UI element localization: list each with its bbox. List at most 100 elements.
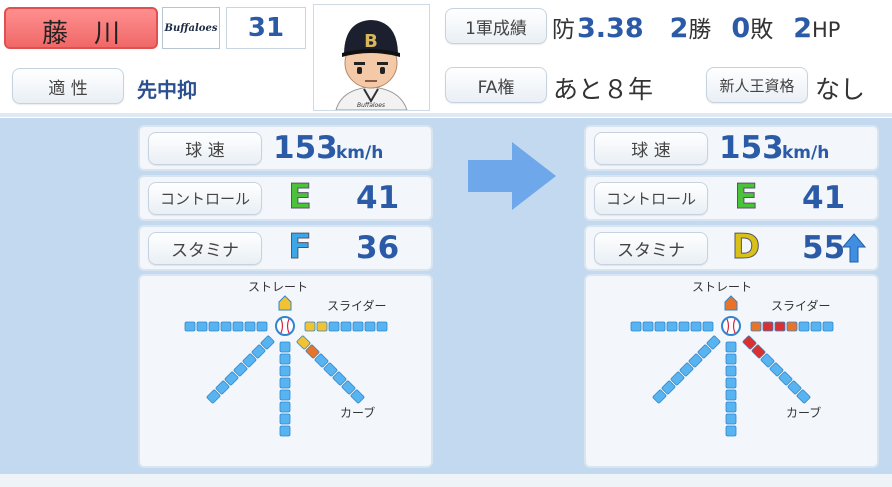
chart-segment xyxy=(279,365,291,377)
after-stamina-label: スタミナ xyxy=(594,232,708,265)
chart-segment xyxy=(279,389,291,401)
after-control-label: コントロール xyxy=(594,182,708,215)
before-straight-label: ストレート xyxy=(248,280,309,294)
baseball-icon xyxy=(275,316,295,336)
chart-segment xyxy=(786,321,798,332)
fa-label: FA権 xyxy=(445,67,547,103)
chart-segment xyxy=(725,401,737,413)
rookie-label: 新人王資格 xyxy=(706,67,808,103)
player-name-plate: 藤 川 xyxy=(4,7,158,49)
wins-value: 2 xyxy=(669,13,689,44)
svg-text:B: B xyxy=(364,31,378,52)
chart-segment xyxy=(822,321,834,332)
chart-segment xyxy=(642,321,654,332)
team-logo-text: Buffaloes xyxy=(164,22,218,34)
chart-segment xyxy=(666,321,678,332)
chart-segment xyxy=(244,321,256,332)
chart-segment xyxy=(364,321,376,332)
chart-segment xyxy=(220,321,232,332)
aptitude-value: 先中抑 xyxy=(137,78,197,102)
chart-segment xyxy=(725,413,737,425)
chart-segment xyxy=(762,321,774,332)
chart-segment xyxy=(774,321,786,332)
svg-text:Buffaloes: Buffaloes xyxy=(357,102,385,109)
rookie-value: なし xyxy=(815,75,866,104)
straight-marker xyxy=(724,295,738,311)
chart-segment xyxy=(196,321,208,332)
after-curve-label: カーブ xyxy=(786,406,822,420)
after-velocity-unit: km/h xyxy=(782,143,830,163)
bottom-strip xyxy=(0,474,892,487)
chart-segment xyxy=(678,321,690,332)
chart-segment xyxy=(725,425,737,437)
before-stamina-value: 36 xyxy=(356,230,400,266)
chart-segment xyxy=(328,321,340,332)
up-arrow-icon xyxy=(842,233,866,263)
chart-segment xyxy=(279,413,291,425)
transition-arrow-icon xyxy=(468,142,556,210)
before-stamina-grade: F xyxy=(288,227,312,268)
before-velocity-label: 球 速 xyxy=(148,132,262,165)
losses-label: 敗 xyxy=(750,17,774,43)
chart-segment xyxy=(725,353,737,365)
chart-segment xyxy=(352,321,364,332)
chart-segment xyxy=(376,321,388,332)
chart-segment xyxy=(725,377,737,389)
before-pitch-chart xyxy=(184,295,388,437)
player-portrait: Buffaloes B xyxy=(313,4,430,111)
fa-value: あと８年 xyxy=(553,75,654,104)
after-straight-label: ストレート xyxy=(692,280,753,294)
before-velocity-unit: km/h xyxy=(336,143,384,163)
chart-segment xyxy=(725,341,737,353)
uniform-number-box: 31 xyxy=(226,7,306,49)
before-control-grade: E xyxy=(288,177,312,218)
chart-segment xyxy=(316,321,328,332)
before-curve-label: カーブ xyxy=(340,406,376,420)
chart-segment xyxy=(725,389,737,401)
chart-segment xyxy=(690,321,702,332)
chart-segment xyxy=(184,321,196,332)
chart-segment xyxy=(208,321,220,332)
before-control-value: 41 xyxy=(356,180,400,216)
chart-segment xyxy=(256,321,268,332)
chart-segment xyxy=(279,341,291,353)
chart-segment xyxy=(702,321,714,332)
chart-segment xyxy=(725,365,737,377)
chart-segment xyxy=(279,377,291,389)
aptitude-label: 適 性 xyxy=(12,68,124,104)
after-control-grade: E xyxy=(734,177,758,218)
before-velocity-value: 153 xyxy=(273,130,338,166)
after-pitch-chart xyxy=(630,295,834,437)
after-velocity-label: 球 速 xyxy=(594,132,708,165)
before-slider-label: スライダー xyxy=(327,299,387,313)
after-stamina-value: 55 xyxy=(802,230,846,266)
chart-segment xyxy=(232,321,244,332)
chart-segment xyxy=(630,321,642,332)
wins-label: 勝 xyxy=(688,17,712,43)
chart-segment xyxy=(798,321,810,332)
before-control-label: コントロール xyxy=(148,182,262,215)
straight-marker xyxy=(278,295,292,311)
era-label: 防 xyxy=(552,17,575,43)
baseball-icon xyxy=(721,316,741,336)
holds-label: HP xyxy=(812,18,841,42)
season-stats: 防 3.38 2 勝 0 敗 2 HP xyxy=(552,10,840,46)
chart-segment xyxy=(279,353,291,365)
chart-segment xyxy=(654,321,666,332)
after-slider-label: スライダー xyxy=(771,299,831,313)
era-value: 3.38 xyxy=(577,13,644,44)
team-logo: Buffaloes xyxy=(162,7,220,49)
holds-value: 2 xyxy=(793,13,813,44)
stats-label: 1軍成績 xyxy=(445,8,547,44)
top-divider xyxy=(0,113,892,117)
uniform-number: 31 xyxy=(247,13,285,43)
losses-value: 0 xyxy=(731,13,751,44)
after-stamina-grade: D xyxy=(731,227,761,268)
chart-segment xyxy=(304,321,316,332)
chart-segment xyxy=(279,401,291,413)
chart-segment xyxy=(750,321,762,332)
before-stamina-label: スタミナ xyxy=(148,232,262,265)
chart-segment xyxy=(279,425,291,437)
chart-segment xyxy=(810,321,822,332)
after-control-value: 41 xyxy=(802,180,846,216)
